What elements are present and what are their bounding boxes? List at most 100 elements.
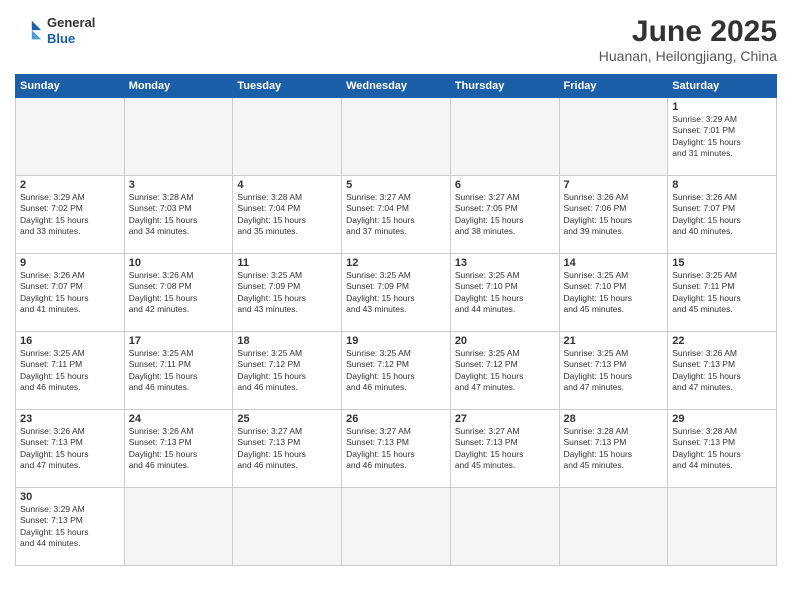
day-number: 5 [346,179,446,191]
day-number: 26 [346,413,446,425]
day-number: 9 [20,257,120,269]
day-number: 19 [346,335,446,347]
day-detail: Sunrise: 3:25 AMSunset: 7:12 PMDaylight:… [455,348,524,392]
day-number: 13 [455,257,555,269]
calendar-page: General Blue June 2025 Huanan, Heilongji… [0,0,792,612]
day-cell: 6Sunrise: 3:27 AMSunset: 7:05 PMDaylight… [450,176,559,254]
day-cell: 15Sunrise: 3:25 AMSunset: 7:11 PMDayligh… [668,254,777,332]
day-cell: 17Sunrise: 3:25 AMSunset: 7:11 PMDayligh… [124,332,233,410]
day-cell [668,488,777,566]
day-cell [559,488,668,566]
logo-icon [15,17,43,45]
day-detail: Sunrise: 3:27 AMSunset: 7:05 PMDaylight:… [455,192,524,236]
day-number: 7 [564,179,664,191]
day-cell: 23Sunrise: 3:26 AMSunset: 7:13 PMDayligh… [16,410,125,488]
week-row-0: 1Sunrise: 3:29 AMSunset: 7:01 PMDaylight… [16,98,777,176]
day-cell [450,98,559,176]
day-cell [342,488,451,566]
day-detail: Sunrise: 3:27 AMSunset: 7:04 PMDaylight:… [346,192,415,236]
day-cell: 5Sunrise: 3:27 AMSunset: 7:04 PMDaylight… [342,176,451,254]
day-detail: Sunrise: 3:28 AMSunset: 7:03 PMDaylight:… [129,192,198,236]
day-number: 16 [20,335,120,347]
day-cell: 2Sunrise: 3:29 AMSunset: 7:02 PMDaylight… [16,176,125,254]
day-cell [450,488,559,566]
day-number: 27 [455,413,555,425]
day-number: 6 [455,179,555,191]
day-number: 29 [672,413,772,425]
day-detail: Sunrise: 3:26 AMSunset: 7:07 PMDaylight:… [672,192,741,236]
day-cell: 27Sunrise: 3:27 AMSunset: 7:13 PMDayligh… [450,410,559,488]
col-header-monday: Monday [124,75,233,98]
day-detail: Sunrise: 3:29 AMSunset: 7:01 PMDaylight:… [672,114,741,158]
day-number: 2 [20,179,120,191]
day-detail: Sunrise: 3:27 AMSunset: 7:13 PMDaylight:… [237,426,306,470]
day-detail: Sunrise: 3:26 AMSunset: 7:13 PMDaylight:… [129,426,198,470]
day-detail: Sunrise: 3:25 AMSunset: 7:12 PMDaylight:… [346,348,415,392]
day-detail: Sunrise: 3:27 AMSunset: 7:13 PMDaylight:… [455,426,524,470]
day-number: 28 [564,413,664,425]
day-number: 18 [237,335,337,347]
day-detail: Sunrise: 3:26 AMSunset: 7:08 PMDaylight:… [129,270,198,314]
day-detail: Sunrise: 3:26 AMSunset: 7:13 PMDaylight:… [20,426,89,470]
day-cell [124,488,233,566]
col-header-tuesday: Tuesday [233,75,342,98]
day-number: 23 [20,413,120,425]
header-row: SundayMondayTuesdayWednesdayThursdayFrid… [16,75,777,98]
day-cell [233,98,342,176]
week-row-4: 23Sunrise: 3:26 AMSunset: 7:13 PMDayligh… [16,410,777,488]
day-cell: 10Sunrise: 3:26 AMSunset: 7:08 PMDayligh… [124,254,233,332]
day-detail: Sunrise: 3:29 AMSunset: 7:02 PMDaylight:… [20,192,89,236]
day-detail: Sunrise: 3:28 AMSunset: 7:13 PMDaylight:… [672,426,741,470]
logo-text: General Blue [47,15,95,46]
day-detail: Sunrise: 3:25 AMSunset: 7:11 PMDaylight:… [672,270,741,314]
day-cell: 26Sunrise: 3:27 AMSunset: 7:13 PMDayligh… [342,410,451,488]
day-cell: 9Sunrise: 3:26 AMSunset: 7:07 PMDaylight… [16,254,125,332]
day-number: 20 [455,335,555,347]
week-row-2: 9Sunrise: 3:26 AMSunset: 7:07 PMDaylight… [16,254,777,332]
day-number: 4 [237,179,337,191]
day-cell: 30Sunrise: 3:29 AMSunset: 7:13 PMDayligh… [16,488,125,566]
day-cell: 20Sunrise: 3:25 AMSunset: 7:12 PMDayligh… [450,332,559,410]
day-cell: 28Sunrise: 3:28 AMSunset: 7:13 PMDayligh… [559,410,668,488]
day-number: 25 [237,413,337,425]
day-number: 8 [672,179,772,191]
col-header-sunday: Sunday [16,75,125,98]
logo: General Blue [15,15,95,46]
day-detail: Sunrise: 3:29 AMSunset: 7:13 PMDaylight:… [20,504,89,548]
day-cell [342,98,451,176]
header: General Blue June 2025 Huanan, Heilongji… [15,15,777,64]
day-cell [559,98,668,176]
day-number: 24 [129,413,229,425]
day-number: 21 [564,335,664,347]
day-number: 15 [672,257,772,269]
day-cell: 1Sunrise: 3:29 AMSunset: 7:01 PMDaylight… [668,98,777,176]
day-detail: Sunrise: 3:26 AMSunset: 7:06 PMDaylight:… [564,192,633,236]
day-number: 22 [672,335,772,347]
col-header-saturday: Saturday [668,75,777,98]
day-cell: 22Sunrise: 3:26 AMSunset: 7:13 PMDayligh… [668,332,777,410]
day-cell: 7Sunrise: 3:26 AMSunset: 7:06 PMDaylight… [559,176,668,254]
day-detail: Sunrise: 3:25 AMSunset: 7:09 PMDaylight:… [346,270,415,314]
calendar-table: SundayMondayTuesdayWednesdayThursdayFrid… [15,74,777,566]
day-cell: 29Sunrise: 3:28 AMSunset: 7:13 PMDayligh… [668,410,777,488]
day-detail: Sunrise: 3:26 AMSunset: 7:13 PMDaylight:… [672,348,741,392]
day-cell: 12Sunrise: 3:25 AMSunset: 7:09 PMDayligh… [342,254,451,332]
day-detail: Sunrise: 3:25 AMSunset: 7:13 PMDaylight:… [564,348,633,392]
week-row-5: 30Sunrise: 3:29 AMSunset: 7:13 PMDayligh… [16,488,777,566]
day-cell [233,488,342,566]
day-number: 3 [129,179,229,191]
day-detail: Sunrise: 3:28 AMSunset: 7:13 PMDaylight:… [564,426,633,470]
day-cell: 16Sunrise: 3:25 AMSunset: 7:11 PMDayligh… [16,332,125,410]
day-cell: 14Sunrise: 3:25 AMSunset: 7:10 PMDayligh… [559,254,668,332]
day-detail: Sunrise: 3:25 AMSunset: 7:10 PMDaylight:… [564,270,633,314]
day-number: 12 [346,257,446,269]
day-detail: Sunrise: 3:25 AMSunset: 7:09 PMDaylight:… [237,270,306,314]
day-detail: Sunrise: 3:28 AMSunset: 7:04 PMDaylight:… [237,192,306,236]
week-row-3: 16Sunrise: 3:25 AMSunset: 7:11 PMDayligh… [16,332,777,410]
day-number: 14 [564,257,664,269]
day-cell: 25Sunrise: 3:27 AMSunset: 7:13 PMDayligh… [233,410,342,488]
day-cell: 3Sunrise: 3:28 AMSunset: 7:03 PMDaylight… [124,176,233,254]
location: Huanan, Heilongjiang, China [599,48,777,64]
day-cell: 21Sunrise: 3:25 AMSunset: 7:13 PMDayligh… [559,332,668,410]
day-cell: 13Sunrise: 3:25 AMSunset: 7:10 PMDayligh… [450,254,559,332]
